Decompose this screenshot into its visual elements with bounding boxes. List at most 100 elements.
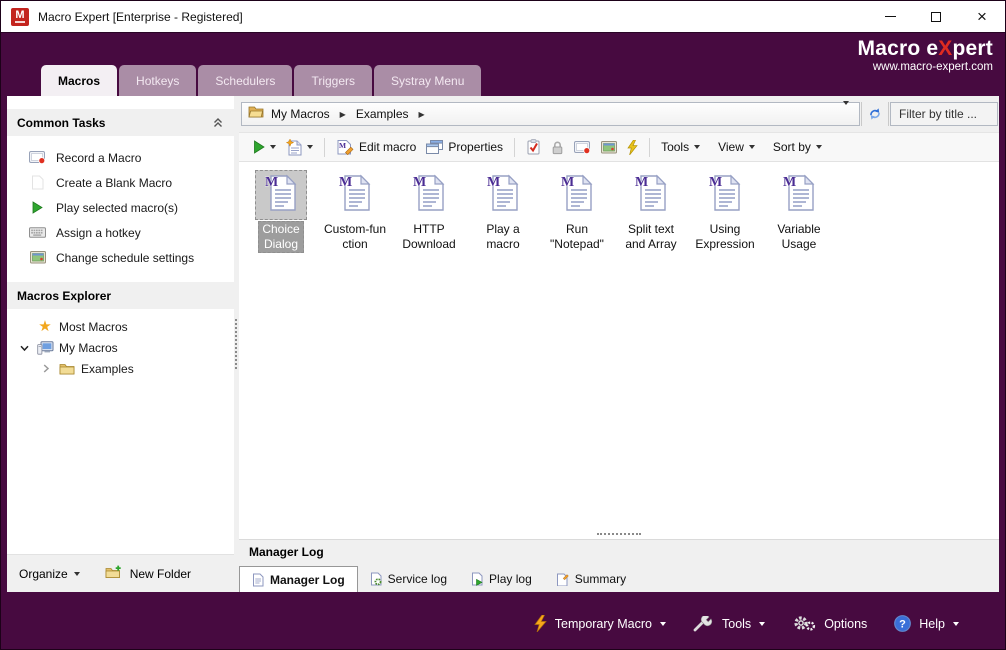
quick-run-button[interactable] [622, 137, 643, 158]
breadcrumb[interactable]: My Macros ▶ Examples ▶ [241, 102, 860, 126]
breadcrumb-folder-icon [248, 105, 264, 123]
breadcrumb-item-my-macros[interactable]: My Macros [266, 107, 335, 121]
close-icon: × [977, 8, 987, 25]
log-panel-splitter[interactable] [239, 529, 999, 539]
macro-item[interactable]: M Custom-fun ction [318, 170, 392, 253]
new-macro-button[interactable] [281, 136, 318, 159]
task-assign-a-hotkey[interactable]: Assign a hotkey [7, 220, 234, 245]
task-change-schedule-settings[interactable]: Change schedule settings [7, 245, 234, 270]
filter-input[interactable] [890, 102, 998, 126]
macro-item[interactable]: M Variable Usage [762, 170, 836, 253]
folder-icon [58, 362, 76, 375]
macros-explorer-tree: ★ Most Macros My Macros [7, 316, 234, 379]
macro-toolbar: M Edit macro Properties [239, 133, 999, 162]
chevron-right-icon[interactable] [39, 363, 53, 374]
dropdown-caret-icon [816, 145, 822, 149]
minimize-icon [885, 16, 896, 17]
app-icon: M [11, 8, 29, 26]
tab-macros[interactable]: Macros [41, 65, 117, 96]
schedule-button[interactable] [596, 138, 622, 157]
task-record-a-macro[interactable]: Record a Macro [7, 145, 234, 170]
service-log-icon [370, 572, 382, 586]
tree-item-my-macros[interactable]: My Macros [7, 337, 234, 358]
tree-item-examples[interactable]: Examples [7, 358, 234, 379]
tab-systray-menu[interactable]: Systray Menu [374, 65, 481, 96]
macro-item[interactable]: M Split text and Array [614, 170, 688, 253]
common-tasks-header[interactable]: Common Tasks [7, 109, 234, 136]
app-icon-letter: M [15, 10, 24, 20]
macro-item[interactable]: M Using Expression [688, 170, 762, 253]
play-icon [29, 201, 46, 214]
record-screen-icon [574, 141, 591, 154]
app-window: M Macro Expert [Enterprise - Registered]… [0, 0, 1006, 650]
properties-button[interactable]: Properties [421, 137, 508, 157]
breadcrumb-arrow-icon[interactable]: ▶ [337, 110, 349, 119]
sort-by-menu[interactable]: Sort by [768, 137, 827, 157]
tab-hotkeys[interactable]: Hotkeys [119, 65, 196, 96]
temporary-macro-menu[interactable]: Temporary Macro [534, 615, 666, 632]
task-check-button[interactable] [521, 136, 546, 158]
tab-schedulers[interactable]: Schedulers [198, 65, 292, 96]
breadcrumb-item-examples[interactable]: Examples [351, 107, 414, 121]
tree-item-most-macros[interactable]: ★ Most Macros [7, 316, 234, 337]
log-tab-play-log[interactable]: Play log [459, 566, 544, 592]
schedule-icon [601, 141, 617, 154]
refresh-icon [868, 107, 882, 121]
keyboard-icon [29, 227, 46, 238]
svg-text:M: M [487, 175, 500, 190]
bottom-menu-bar: Temporary Macro Tools Options ? Help [1, 592, 1005, 649]
macro-document-icon: M [699, 170, 751, 220]
log-tab-summary[interactable]: Summary [544, 566, 638, 592]
help-menu[interactable]: ? Help [894, 615, 959, 632]
play-macro-button[interactable] [248, 137, 281, 157]
options-button[interactable]: Options [792, 615, 867, 632]
macro-item[interactable]: M Run "Notepad" [540, 170, 614, 253]
view-menu[interactable]: View [713, 137, 760, 157]
edit-macro-button[interactable]: M Edit macro [331, 136, 421, 158]
macro-document-icon: M [329, 170, 381, 220]
tab-triggers[interactable]: Triggers [294, 65, 372, 96]
computer-icon [36, 341, 54, 355]
collapse-chevrons-icon[interactable] [212, 117, 224, 128]
svg-text:M: M [783, 175, 796, 190]
macro-item[interactable]: M HTTP Download [392, 170, 466, 253]
tools-menu[interactable]: Tools [656, 137, 705, 157]
maximize-button[interactable] [913, 1, 959, 32]
svg-text:M: M [265, 175, 278, 190]
log-tab-manager-log[interactable]: Manager Log [239, 566, 358, 592]
gears-icon [792, 615, 816, 632]
macro-item[interactable]: M Choice Dialog [244, 170, 318, 253]
main-panel: My Macros ▶ Examples ▶ [239, 96, 999, 592]
breadcrumb-dropdown-button[interactable] [837, 105, 855, 123]
toolbar-separator [514, 138, 515, 157]
macro-label: HTTP Download [398, 221, 459, 253]
record-screen-button[interactable] [569, 138, 596, 157]
sidebar-splitter[interactable] [234, 96, 239, 592]
app-icon-underline [15, 21, 25, 23]
minimize-button[interactable] [867, 1, 913, 32]
splitter-grip [597, 533, 641, 535]
svg-text:M: M [339, 141, 346, 150]
task-play-selected-macros[interactable]: Play selected macro(s) [7, 195, 234, 220]
macro-label: Play a macro [482, 221, 523, 253]
close-button[interactable]: × [959, 1, 1005, 32]
new-folder-button[interactable]: New Folder [105, 565, 191, 582]
new-folder-icon [105, 565, 122, 582]
task-create-blank-macro[interactable]: Create a Blank Macro [7, 170, 234, 195]
toolbar-separator [649, 138, 650, 157]
organize-menu[interactable]: Organize [19, 567, 80, 581]
edit-macro-icon: M [336, 139, 354, 155]
breadcrumb-arrow-icon[interactable]: ▶ [416, 110, 428, 119]
chevron-down-icon[interactable] [17, 343, 31, 353]
svg-text:?: ? [899, 619, 906, 631]
lock-button[interactable] [546, 137, 569, 158]
macro-label: Split text and Array [621, 221, 680, 253]
lightning-icon [534, 615, 547, 632]
refresh-button[interactable] [861, 102, 889, 126]
dropdown-caret-icon [74, 572, 80, 576]
tools-menu-bottom[interactable]: Tools [693, 616, 765, 632]
wrench-icon [693, 616, 714, 632]
log-tab-service-log[interactable]: Service log [358, 566, 459, 592]
new-macro-icon [286, 139, 302, 156]
macro-item[interactable]: M Play a macro [466, 170, 540, 253]
